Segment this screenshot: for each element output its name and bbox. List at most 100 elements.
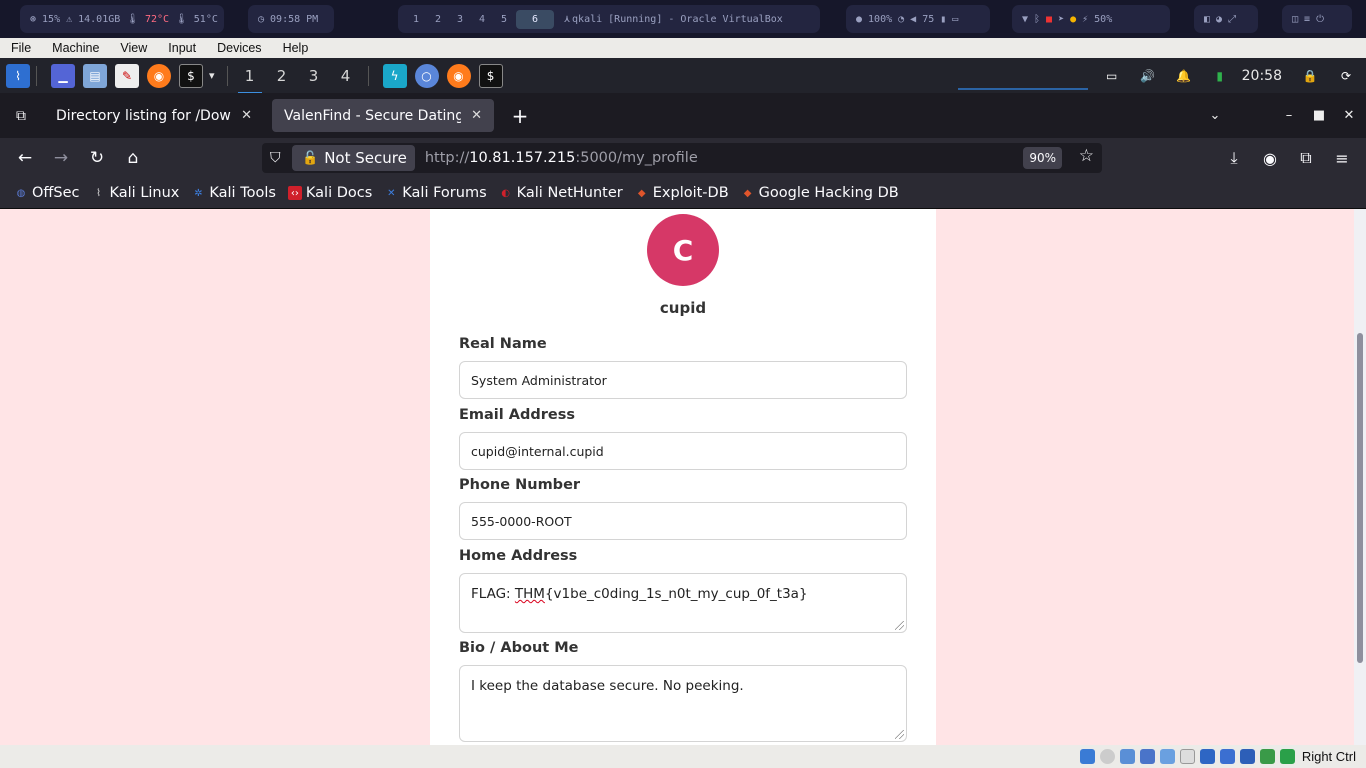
- tab-list-chevron-icon[interactable]: ⌄: [1200, 108, 1230, 123]
- url-host: 10.81.157.215: [469, 150, 576, 166]
- shield-icon[interactable]: ⛉: [270, 150, 281, 166]
- host-controls-left[interactable]: ◧ ◕ ⤢: [1194, 5, 1258, 33]
- bio-textarea[interactable]: I keep the database secure. No peeking.: [459, 665, 907, 742]
- kali-menu-icon[interactable]: ⌇: [6, 63, 30, 88]
- shared-folders-icon[interactable]: [1179, 749, 1195, 764]
- text-editor-icon[interactable]: ✎: [115, 63, 139, 88]
- panel-clock[interactable]: 20:58: [1242, 68, 1282, 84]
- firefox-task-icon[interactable]: ◉: [446, 63, 471, 88]
- recording-icon[interactable]: [1219, 749, 1235, 764]
- brightness-icon: ●: [856, 13, 863, 25]
- bookmark-star-icon[interactable]: ☆: [1079, 146, 1094, 166]
- window-close-icon[interactable]: ✕: [1334, 108, 1364, 123]
- url-text[interactable]: http://10.81.157.215:5000/my_profile: [425, 150, 698, 166]
- workspace-6[interactable]: 6: [516, 9, 554, 29]
- optical-drive-icon[interactable]: [1099, 749, 1115, 764]
- account-icon[interactable]: ◉: [1252, 149, 1288, 168]
- menu-icon[interactable]: ≡: [1304, 14, 1310, 25]
- firefox-launcher-icon[interactable]: ◉: [147, 63, 171, 88]
- workspace-5[interactable]: 5: [494, 14, 514, 25]
- menu-machine[interactable]: Machine: [41, 41, 109, 55]
- close-icon[interactable]: ✕: [241, 108, 252, 123]
- minimize-icon[interactable]: –: [1274, 108, 1304, 123]
- bookmark-kali-nethunter[interactable]: ◐ Kali NetHunter: [499, 185, 622, 201]
- show-desktop-icon[interactable]: ▁: [51, 63, 75, 88]
- file-manager-icon[interactable]: ▤: [83, 63, 107, 88]
- active-window-title: qkali [Running] - Oracle VirtualBox: [572, 13, 783, 25]
- menu-help[interactable]: Help: [272, 41, 319, 55]
- display-status-icon[interactable]: [1199, 749, 1215, 764]
- menu-file[interactable]: File: [0, 41, 41, 55]
- downloads-icon[interactable]: ⤓: [1216, 148, 1252, 168]
- bookmark-kali-tools[interactable]: ✲ Kali Tools: [191, 185, 276, 201]
- cpu-status-icon[interactable]: [1239, 749, 1255, 764]
- page-scrollbar[interactable]: [1354, 209, 1366, 745]
- audio-icon[interactable]: [1119, 749, 1135, 764]
- burp-icon[interactable]: ϟ: [382, 63, 407, 88]
- power-manager-icon[interactable]: ▮: [1208, 64, 1232, 88]
- new-tab-button[interactable]: +: [500, 104, 540, 128]
- forward-icon[interactable]: →: [43, 148, 79, 168]
- notification-bell-icon[interactable]: 🔔: [1172, 64, 1196, 88]
- close-icon[interactable]: ✕: [471, 108, 482, 123]
- network-icon[interactable]: [1139, 749, 1155, 764]
- mouse-integration-icon[interactable]: [1259, 749, 1275, 764]
- battery-icon: ⚡: [1082, 13, 1089, 25]
- back-icon[interactable]: ←: [7, 148, 43, 168]
- chevron-down-icon[interactable]: ▾: [209, 69, 215, 82]
- panel-workspace-1[interactable]: 1: [234, 67, 266, 94]
- menu-view[interactable]: View: [109, 41, 157, 55]
- resize-grip-icon[interactable]: [895, 621, 904, 630]
- menu-devices[interactable]: Devices: [206, 41, 271, 55]
- zoom-level[interactable]: 90%: [1023, 147, 1062, 169]
- bookmark-exploit-db[interactable]: ◆ Exploit-DB: [635, 185, 729, 201]
- speaker-icon[interactable]: 🔊: [1136, 64, 1160, 88]
- host-controls-right[interactable]: ◫ ≡ ⏻: [1282, 5, 1352, 33]
- workspace-4[interactable]: 4: [472, 14, 492, 25]
- email-field[interactable]: cupid@internal.cupid: [459, 432, 907, 470]
- workspace-3[interactable]: 3: [450, 14, 470, 25]
- fullscreen-icon[interactable]: ⤢: [1228, 14, 1236, 25]
- hard-disk-icon[interactable]: [1079, 749, 1095, 764]
- bookmark-ghdb[interactable]: ◆ Google Hacking DB: [741, 185, 899, 201]
- screenshot-icon[interactable]: ◧: [1204, 14, 1210, 25]
- url-bar[interactable]: ⛉ 🔓 Not Secure http://10.81.157.215:5000…: [262, 143, 1102, 173]
- scrollbar-thumb[interactable]: [1357, 333, 1363, 663]
- real-name-field[interactable]: System Administrator: [459, 361, 907, 399]
- palette-icon[interactable]: ◕: [1216, 14, 1222, 25]
- display-icon[interactable]: ▭: [1100, 64, 1124, 88]
- terminal-launcher-icon[interactable]: $: [179, 63, 203, 88]
- files-icon[interactable]: ◫: [1292, 14, 1298, 25]
- home-icon[interactable]: ⌂: [115, 148, 151, 168]
- tab-valenfind[interactable]: ValenFind - Secure Dating ✕: [272, 99, 494, 132]
- phone-field[interactable]: 555-0000-ROOT: [459, 502, 907, 540]
- panel-workspace-4[interactable]: 4: [330, 67, 362, 85]
- bookmark-kali-forums[interactable]: ✕ Kali Forums: [384, 185, 487, 201]
- terminal-task-icon[interactable]: $: [478, 63, 503, 88]
- extensions-icon[interactable]: ⧉: [1288, 148, 1324, 168]
- workspace-2[interactable]: 2: [428, 14, 448, 25]
- maximize-icon[interactable]: ■: [1304, 108, 1334, 123]
- chromium-icon[interactable]: ○: [414, 63, 439, 88]
- address-textarea[interactable]: FLAG: THM{v1be_c0ding_1s_n0t_my_cup_0f_t…: [459, 573, 907, 633]
- panel-workspace-3[interactable]: 3: [298, 67, 330, 85]
- resize-grip-icon[interactable]: [895, 730, 904, 739]
- lock-icon[interactable]: 🔒: [1298, 64, 1322, 88]
- logout-icon[interactable]: ⟳: [1334, 64, 1358, 88]
- bookmark-offsec[interactable]: ◍ OffSec: [14, 185, 80, 201]
- host-workspaces[interactable]: 1 2 3 4 5 6 ⋏ qkali [Running] - Oracle V…: [398, 5, 820, 33]
- hamburger-menu-icon[interactable]: ≡: [1324, 149, 1360, 168]
- workspace-1[interactable]: 1: [406, 14, 426, 25]
- usb-icon[interactable]: [1159, 749, 1175, 764]
- volume-icon: ◀: [910, 13, 917, 25]
- tab-directory-listing[interactable]: Directory listing for /Downlo ✕: [44, 99, 264, 132]
- menu-input[interactable]: Input: [157, 41, 206, 55]
- power-icon[interactable]: ⏻: [1316, 14, 1324, 25]
- keyboard-status-icon[interactable]: [1279, 749, 1295, 764]
- bookmark-kali-linux[interactable]: ⌇ Kali Linux: [92, 185, 179, 201]
- reload-icon[interactable]: ↻: [79, 148, 115, 168]
- not-secure-badge[interactable]: 🔓 Not Secure: [292, 145, 415, 171]
- bookmark-kali-docs[interactable]: ‹› Kali Docs: [287, 185, 372, 201]
- panel-workspace-2[interactable]: 2: [266, 67, 298, 85]
- tab-overview-icon[interactable]: ⧉: [0, 108, 42, 124]
